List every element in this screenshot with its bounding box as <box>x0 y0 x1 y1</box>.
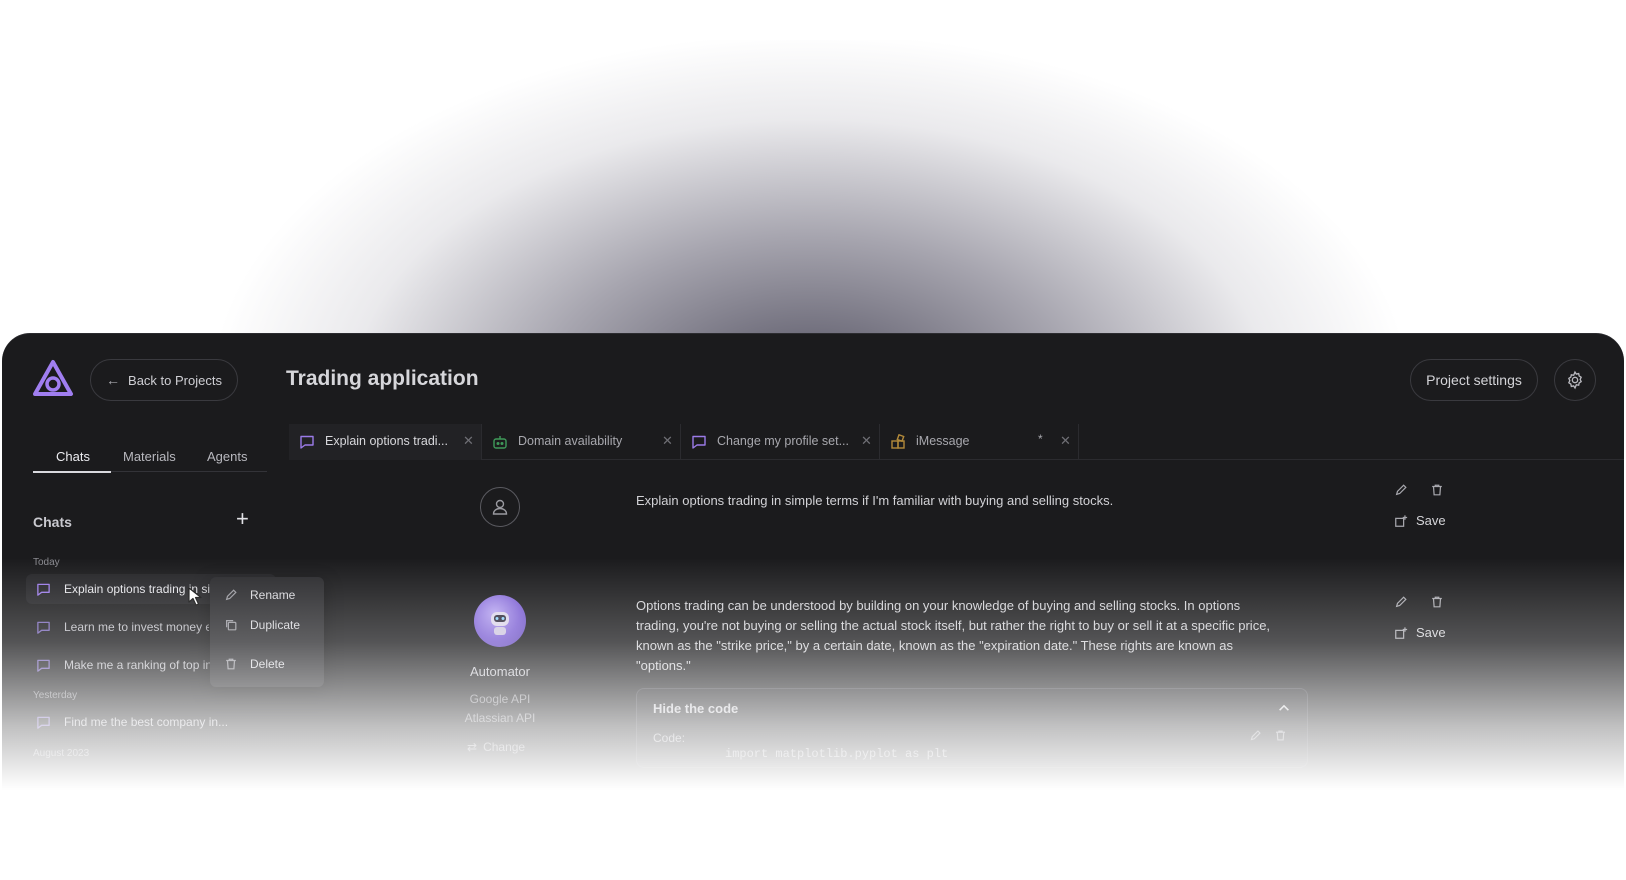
chat-bubble-icon <box>37 583 50 596</box>
tab-agents[interactable]: Agents <box>207 449 247 464</box>
save-icon <box>1395 514 1408 527</box>
assistant-message-line: known as the "strike price," by a certai… <box>636 638 1234 653</box>
chat-bubble-icon <box>37 716 50 729</box>
pencil-icon[interactable] <box>1394 595 1408 609</box>
save-button[interactable]: Save <box>1394 513 1446 528</box>
save-button[interactable]: Save <box>1394 625 1446 640</box>
menu-item-label: Delete <box>250 657 285 671</box>
close-icon[interactable]: ✕ <box>861 433 872 449</box>
change-agent-button[interactable]: ⇄ Change <box>467 740 525 754</box>
chat-list-item-label: Learn me to invest money efficiently <box>64 620 209 634</box>
robot-icon <box>491 612 509 635</box>
duplicate-icon <box>226 620 237 631</box>
chat-list-item-label: Make me a ranking of top investments <box>64 658 212 672</box>
tab-chats[interactable]: Chats <box>56 449 90 464</box>
project-settings-button[interactable]: Project settings <box>1410 359 1538 401</box>
active-tab-indicator <box>33 471 111 473</box>
tab-label: Domain availability <box>518 434 623 448</box>
agent-avatar <box>474 595 526 647</box>
menu-item-delete[interactable]: Delete <box>210 650 324 678</box>
message-area: Explain options trading in simple terms … <box>289 460 1624 813</box>
gear-icon <box>1567 370 1583 390</box>
chat-list-item-label: Find me the best company in... <box>64 715 229 729</box>
group-label-yesterday: Yesterday <box>33 690 78 701</box>
menu-item-label: Duplicate <box>250 618 301 632</box>
settings-button[interactable] <box>1554 359 1596 401</box>
tab-change-profile[interactable]: Change my profile set... ✕ <box>681 424 880 460</box>
user-icon <box>492 499 508 515</box>
chat-list-item[interactable]: Find me the best company in... <box>26 707 276 737</box>
chat-bubble-icon <box>692 435 706 449</box>
chat-bubble-icon <box>37 659 50 672</box>
tab-materials[interactable]: Materials <box>123 449 176 464</box>
code-content: import matplotlib.pyplot as plt <box>725 747 949 761</box>
header: ← Back to Projects Trading application P… <box>2 334 1624 424</box>
change-label: Change <box>483 740 526 754</box>
agent-name: Automator <box>470 664 530 679</box>
arrow-left-icon: ← <box>106 372 121 388</box>
sidebar-tabs: Chats Materials Agents <box>33 424 267 473</box>
trash-icon[interactable] <box>1274 729 1287 742</box>
menu-item-duplicate[interactable]: Duplicate <box>210 611 324 639</box>
user-message-text: Explain options trading in simple terms … <box>636 493 1114 508</box>
assistant-message-line: Options trading can be understood by bui… <box>636 598 1241 613</box>
tab-bar: Explain options tradi... ✕ Domain availa… <box>289 424 1624 460</box>
chat-bubble-icon <box>37 621 50 634</box>
swap-icon: ⇄ <box>467 740 478 754</box>
menu-item-label: Rename <box>250 588 296 602</box>
unsaved-marker: * <box>1038 432 1043 446</box>
hide-code-toggle[interactable]: Hide the code <box>653 701 738 716</box>
chevron-up-icon[interactable] <box>1277 701 1291 715</box>
app-window: ← Back to Projects Trading application P… <box>2 333 1624 813</box>
page-title: Trading application <box>286 367 479 390</box>
app-logo-icon[interactable] <box>32 359 74 399</box>
tab-domain-availability[interactable]: Domain availability ✕ <box>482 424 681 460</box>
tab-label: Explain options tradi... <box>325 434 448 448</box>
new-chat-button[interactable]: + <box>236 506 249 531</box>
back-label: Back to Projects <box>128 372 222 388</box>
tab-label: iMessage <box>916 434 970 448</box>
chats-section-title: Chats <box>33 514 72 530</box>
user-message-actions: Save <box>1394 483 1446 528</box>
close-icon[interactable]: ✕ <box>1060 433 1071 449</box>
agent-api: Google API <box>469 692 531 706</box>
pencil-icon <box>225 589 237 601</box>
mouse-cursor-icon <box>188 587 202 606</box>
group-label-august: August 2023 <box>33 748 90 759</box>
save-label: Save <box>1416 513 1446 528</box>
code-label: Code: <box>653 731 686 745</box>
code-actions <box>1249 729 1287 742</box>
save-label: Save <box>1416 625 1446 640</box>
code-block: Hide the code Code: import matplotlib.py… <box>636 688 1308 768</box>
group-label-today: Today <box>33 557 60 568</box>
pencil-icon[interactable] <box>1394 483 1408 497</box>
trash-icon[interactable] <box>1430 595 1444 609</box>
assistant-message-line: trading, you're not buying or selling th… <box>636 618 1271 633</box>
chat-context-menu: Rename Duplicate Delete <box>210 577 324 687</box>
save-icon <box>1395 626 1408 639</box>
tab-explain-options[interactable]: Explain options tradi... ✕ <box>289 424 482 460</box>
close-icon[interactable]: ✕ <box>463 433 474 449</box>
back-to-projects-button[interactable]: ← Back to Projects <box>90 359 238 401</box>
user-avatar <box>480 487 520 527</box>
trash-icon <box>226 658 236 670</box>
grid-icon <box>891 434 905 449</box>
chat-bubble-icon <box>300 435 314 449</box>
tab-imessage[interactable]: iMessage * ✕ <box>880 424 1079 460</box>
plus-icon: + <box>236 506 249 531</box>
pencil-icon[interactable] <box>1249 729 1262 742</box>
menu-item-rename[interactable]: Rename <box>210 581 324 609</box>
trash-icon[interactable] <box>1430 483 1444 497</box>
agent-api: Atlassian API <box>464 711 536 725</box>
robot-icon <box>493 436 507 449</box>
assistant-message-actions: Save <box>1394 595 1446 640</box>
tab-label: Change my profile set... <box>717 434 850 448</box>
assistant-message-line: "options." <box>636 658 691 673</box>
close-icon[interactable]: ✕ <box>662 433 673 449</box>
